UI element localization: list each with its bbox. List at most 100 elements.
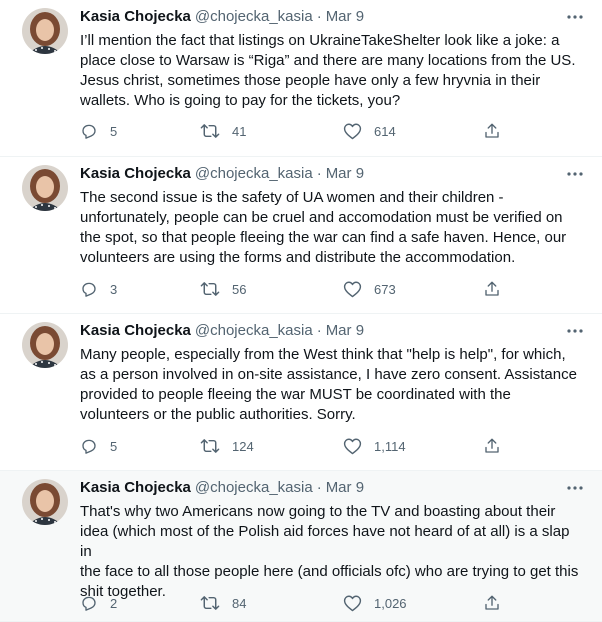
like-count: 1,026 <box>374 595 407 611</box>
tweet[interactable]: Kasia Chojecka @chojecka_kasia · Mar 9 M… <box>0 314 602 471</box>
tweet-text-line: the face to all those people here (and o… <box>80 563 579 580</box>
tweet-actions: 5 124 1,114 <box>80 437 510 457</box>
retweet-button[interactable]: 41 <box>200 122 246 140</box>
reply-button[interactable]: 2 <box>80 594 117 612</box>
retweet-count: 41 <box>232 123 247 139</box>
tweet-text: Many people, especially from the West th… <box>80 345 580 425</box>
tweet-actions: 3 56 673 <box>80 280 510 300</box>
tweet-text: That's why two Americans now going to th… <box>80 502 580 602</box>
tweet-text-line: I’ll mention the fact that listings on U… <box>80 32 560 49</box>
reply-icon <box>80 437 98 455</box>
reply-count: 5 <box>110 123 118 139</box>
reply-button[interactable]: 3 <box>80 280 117 298</box>
avatar[interactable] <box>22 8 68 54</box>
tweet-text-line: provided to people fleeing the war MUST … <box>80 386 511 403</box>
retweet-icon <box>200 280 220 298</box>
tweet-text-line: the spot, so that people fleeing the war… <box>80 229 567 246</box>
tweet-text-line: unfortunately, people can be cruel and a… <box>80 209 563 226</box>
retweet-count: 56 <box>232 281 247 297</box>
retweet-count: 124 <box>232 438 254 454</box>
retweet-button[interactable]: 84 <box>200 594 246 612</box>
avatar[interactable] <box>22 165 68 211</box>
reply-button[interactable]: 5 <box>80 437 117 455</box>
separator: · <box>316 322 322 339</box>
share-icon <box>483 437 501 455</box>
tweet[interactable]: Kasia Chojecka @chojecka_kasia · Mar 9 I… <box>0 0 602 157</box>
like-icon <box>343 437 362 455</box>
more-icon[interactable] <box>565 165 585 183</box>
like-count: 673 <box>374 281 396 297</box>
reply-count: 5 <box>110 438 118 454</box>
tweet-text-line: place close to Warsaw is “Riga” and ther… <box>80 52 576 69</box>
share-button[interactable] <box>483 280 501 298</box>
tweet-text-line: The second issue is the safety of UA wom… <box>80 189 504 206</box>
share-icon <box>483 122 501 140</box>
like-icon <box>343 122 362 140</box>
more-icon[interactable] <box>565 322 585 340</box>
tweet-date[interactable]: Mar 9 <box>326 479 364 496</box>
tweet-actions: 2 84 1,026 <box>80 594 510 614</box>
share-icon <box>483 280 501 298</box>
separator: · <box>316 8 322 25</box>
tweet-text-line: volunteers are using the forms and distr… <box>80 249 516 266</box>
reply-icon <box>80 280 98 298</box>
tweet-text: I’ll mention the fact that listings on U… <box>80 31 580 111</box>
reply-button[interactable]: 5 <box>80 122 117 140</box>
author-name[interactable]: Kasia Chojecka <box>80 322 191 339</box>
reply-count: 3 <box>110 281 118 297</box>
tweet-actions: 5 41 614 <box>80 122 510 142</box>
retweet-icon <box>200 437 220 455</box>
retweet-icon <box>200 594 220 612</box>
retweet-count: 84 <box>232 595 247 611</box>
tweet-date[interactable]: Mar 9 <box>326 165 364 182</box>
reply-icon <box>80 122 98 140</box>
tweet-header: Kasia Chojecka @chojecka_kasia · Mar 9 <box>80 322 585 342</box>
avatar[interactable] <box>22 479 68 525</box>
author-handle[interactable]: @chojecka_kasia <box>195 322 313 339</box>
tweet-header: Kasia Chojecka @chojecka_kasia · Mar 9 <box>80 165 585 185</box>
tweet-text-line: Many people, especially from the West th… <box>80 346 566 363</box>
separator: · <box>316 479 322 496</box>
author-handle[interactable]: @chojecka_kasia <box>195 8 313 25</box>
share-button[interactable] <box>483 594 501 612</box>
author-name[interactable]: Kasia Chojecka <box>80 8 191 25</box>
tweet-text-line: as a person involved in on-site assistan… <box>80 366 577 383</box>
like-count: 614 <box>374 123 396 139</box>
like-button[interactable]: 614 <box>343 122 396 140</box>
like-icon <box>343 594 362 612</box>
retweet-button[interactable]: 124 <box>200 437 254 455</box>
tweet[interactable]: Kasia Chojecka @chojecka_kasia · Mar 9 T… <box>0 471 602 622</box>
tweet-text-line: idea (which most of the Polish aid force… <box>80 523 570 560</box>
avatar[interactable] <box>22 322 68 368</box>
author-name[interactable]: Kasia Chojecka <box>80 165 191 182</box>
tweet-header: Kasia Chojecka @chojecka_kasia · Mar 9 <box>80 479 585 499</box>
tweet-text-line: That's why two Americans now going to th… <box>80 503 556 520</box>
share-icon <box>483 594 501 612</box>
author-handle[interactable]: @chojecka_kasia <box>195 165 313 182</box>
retweet-icon <box>200 122 220 140</box>
author-name[interactable]: Kasia Chojecka <box>80 479 191 496</box>
reply-icon <box>80 594 98 612</box>
like-button[interactable]: 1,114 <box>343 437 406 455</box>
tweet-text-line: Jesus christ, sometimes those people hav… <box>80 72 541 89</box>
tweet-text-line: wallets. Who is going to pay for the tic… <box>80 92 401 109</box>
share-button[interactable] <box>483 122 501 140</box>
share-button[interactable] <box>483 437 501 455</box>
tweet-date[interactable]: Mar 9 <box>326 8 364 25</box>
more-icon[interactable] <box>565 8 585 26</box>
like-button[interactable]: 1,026 <box>343 594 407 612</box>
tweet-thread: Kasia Chojecka @chojecka_kasia · Mar 9 I… <box>0 0 602 622</box>
tweet-date[interactable]: Mar 9 <box>326 322 364 339</box>
separator: · <box>316 165 322 182</box>
reply-count: 2 <box>110 595 118 611</box>
more-icon[interactable] <box>565 479 585 497</box>
like-count: 1,114 <box>374 438 406 454</box>
tweet-header: Kasia Chojecka @chojecka_kasia · Mar 9 <box>80 8 585 28</box>
like-icon <box>343 280 362 298</box>
retweet-button[interactable]: 56 <box>200 280 246 298</box>
tweet[interactable]: Kasia Chojecka @chojecka_kasia · Mar 9 T… <box>0 157 602 314</box>
author-handle[interactable]: @chojecka_kasia <box>195 479 313 496</box>
tweet-text: The second issue is the safety of UA wom… <box>80 188 580 268</box>
like-button[interactable]: 673 <box>343 280 396 298</box>
tweet-text-line: volunteers or the public authorities. So… <box>80 406 356 423</box>
